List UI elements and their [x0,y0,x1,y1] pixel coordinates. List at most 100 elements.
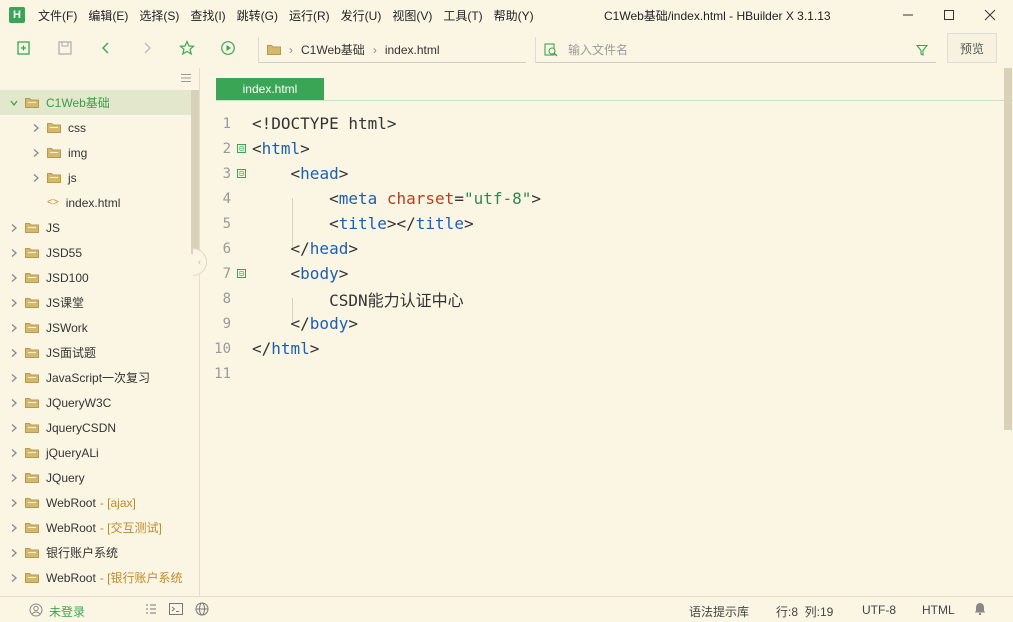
chevron-right-icon[interactable] [9,273,19,283]
folder-icon [47,172,61,183]
chevron-right-icon[interactable] [9,348,19,358]
sidebar-scrollbar[interactable] [191,90,199,254]
tree-item[interactable]: JqueryCSDN [0,415,199,440]
login-status[interactable]: 未登录 [49,603,85,620]
tree-item[interactable]: JSD100 [0,265,199,290]
tree-item-label: C1Web基础 [46,96,110,110]
chevron-right-icon[interactable] [9,248,19,258]
chevron-right-icon[interactable] [9,523,19,533]
chevron-right-icon[interactable] [9,373,19,383]
tree-item[interactable]: JS面试题 [0,340,199,365]
fold-toggle-icon[interactable]: ⊟ [237,269,246,278]
notification-bell-icon[interactable] [974,602,986,615]
folder-icon [25,447,39,458]
editor-scrollbar[interactable] [1004,68,1012,430]
chevron-right-icon[interactable] [9,298,19,308]
tree-item-label: JS面试题 [46,346,97,360]
code-line[interactable]: 5 <title></title> [201,211,1001,236]
favorite-button[interactable] [178,39,196,57]
breadcrumb-project[interactable]: C1Web基础 [301,41,365,58]
menu-item[interactable]: 编辑(E) [88,7,128,24]
code-token: < [252,164,301,183]
chevron-right-icon[interactable] [9,448,19,458]
chevron-right-icon[interactable] [9,573,19,583]
code-line[interactable]: 8 CSDN能力认证中心 [201,286,1001,311]
tree-item[interactable]: JavaScript一次复习 [0,365,199,390]
tree-item[interactable]: WebRoot - [银行账户系统 [0,565,199,590]
menu-item[interactable]: 工具(T) [443,7,482,24]
menu-item[interactable]: 运行(R) [289,7,330,24]
save-button[interactable] [56,39,74,57]
tree-item[interactable]: WebRoot - [交互测试] [0,515,199,540]
preview-button[interactable]: 预览 [947,33,997,63]
tree-item[interactable]: img [0,140,199,165]
tree-item[interactable]: WebRoot - [ajax] [0,490,199,515]
code-line[interactable]: 6 </head> [201,236,1001,261]
back-button[interactable] [97,39,115,57]
globe-icon[interactable] [195,602,211,616]
code-token: title [415,214,464,233]
chevron-right-icon[interactable] [9,323,19,333]
chevron-right-icon[interactable] [31,173,41,183]
tree-item[interactable]: JS [0,215,199,240]
code-line[interactable]: 10 </html> [201,336,1001,361]
tab-index-html[interactable]: index.html [216,78,324,100]
tree-item[interactable]: C1Web基础 [0,90,191,115]
sidebar-menu-icon[interactable] [180,73,192,83]
tree-item[interactable]: 银行账户系统 [0,540,199,565]
chevron-right-icon[interactable] [9,398,19,408]
code-line[interactable]: 4 <meta charset="utf-8"> [201,186,1001,211]
chevron-right-icon[interactable] [9,423,19,433]
menu-item[interactable]: 发行(U) [341,7,382,24]
chevron-right-icon[interactable] [9,548,19,558]
tree-item[interactable]: JSWork [0,315,199,340]
folder-icon [25,322,39,333]
close-button[interactable] [970,0,1010,30]
run-button[interactable] [219,39,237,57]
maximize-button[interactable] [929,0,969,30]
cursor-position[interactable]: 行:8 列:19 [776,603,833,620]
chevron-down-icon[interactable] [9,98,19,108]
tree-item[interactable]: <> index.html [0,190,199,215]
code-editor[interactable]: index.html 1 <!DOCTYPE html> 2 ⊟ <html> 3 ⊟ <h… [201,68,1013,596]
code-line[interactable]: 7 ⊟ <body> [201,261,1001,286]
code-line[interactable]: 1 <!DOCTYPE html> [201,111,1001,136]
code-line[interactable]: 2 ⊟ <html> [201,136,1001,161]
menu-item[interactable]: 视图(V) [392,7,432,24]
code-text: <html> [252,139,310,158]
syntax-hint-library[interactable]: 语法提示库 [689,603,749,620]
tree-item[interactable]: js [0,165,199,190]
code-line[interactable]: 3 ⊟ <head> [201,161,1001,186]
code-line[interactable]: 11 [201,361,1001,386]
tree-item[interactable]: JQuery [0,465,199,490]
menu-item[interactable]: 文件(F) [38,7,77,24]
chevron-right-icon[interactable] [31,148,41,158]
fold-toggle-icon[interactable]: ⊟ [237,169,246,178]
menu-item[interactable]: 帮助(Y) [494,7,534,24]
file-encoding[interactable]: UTF-8 [862,603,896,617]
tree-item[interactable]: JS课堂 [0,290,199,315]
terminal-icon[interactable] [169,603,183,615]
menu-item[interactable]: 选择(S) [139,7,179,24]
forward-button[interactable] [138,39,156,57]
menu-item[interactable]: 查找(I) [190,7,225,24]
chevron-right-icon[interactable] [31,123,41,133]
tree-item[interactable]: jQueryALi [0,440,199,465]
tree-item[interactable]: JSD55 [0,240,199,265]
language-mode[interactable]: HTML [922,603,955,617]
menu-item[interactable]: 跳转(G) [237,7,278,24]
file-search-input[interactable] [568,42,898,57]
outline-icon[interactable] [145,603,157,615]
chevron-right-icon[interactable] [9,498,19,508]
chevron-right-icon[interactable] [9,223,19,233]
code-line[interactable]: 9 </body> [201,311,1001,336]
tree-item-label: index.html [65,195,121,210]
tree-item[interactable]: JQueryW3C [0,390,199,415]
tree-item[interactable]: css [0,115,199,140]
fold-toggle-icon[interactable]: ⊟ [237,144,246,153]
minimize-button[interactable] [888,0,928,30]
new-file-button[interactable] [15,39,33,57]
filter-icon[interactable] [916,44,928,56]
breadcrumb-file[interactable]: index.html [385,43,440,57]
chevron-right-icon[interactable] [9,473,19,483]
